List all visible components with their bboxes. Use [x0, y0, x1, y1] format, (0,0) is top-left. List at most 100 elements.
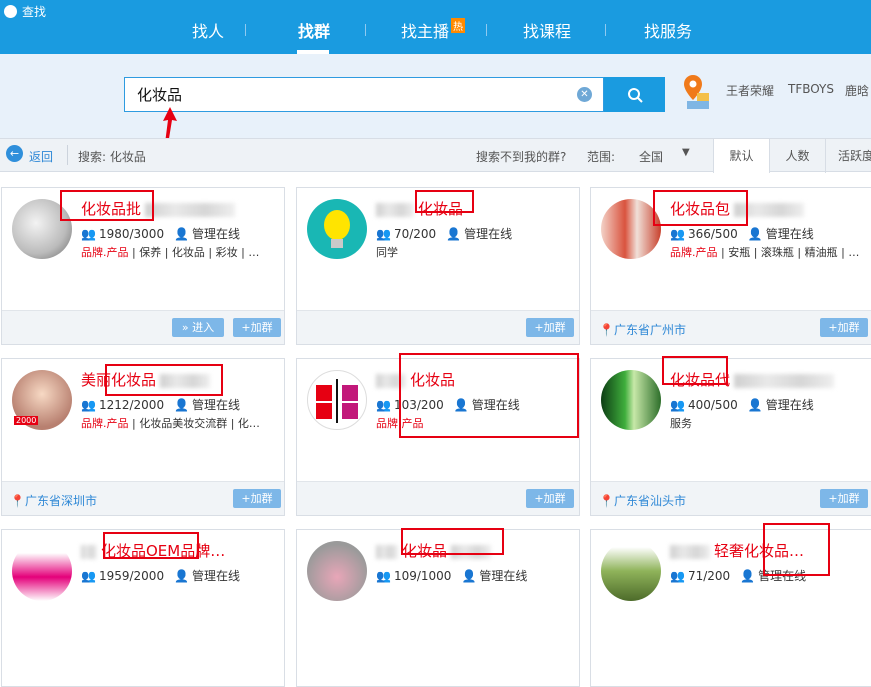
rank-badge: 2000 [14, 416, 39, 425]
admin-icon: 👤 [453, 398, 469, 412]
search-summary: 搜索: 化妆品 [78, 150, 146, 164]
group-name[interactable]: 化妆品代 [670, 369, 835, 390]
members-icon: 👥 [81, 227, 96, 241]
group-name[interactable]: 美丽化妆品 [81, 369, 211, 390]
members-icon: 👥 [81, 398, 96, 412]
group-name[interactable]: 化妆品OEM品牌… [81, 540, 225, 561]
group-avatar [12, 199, 72, 259]
back-link[interactable]: 返回 [29, 148, 53, 165]
location-icon: 📍 [599, 323, 614, 337]
group-avatar [601, 199, 661, 259]
nav-divider [486, 24, 487, 36]
sort-tab-members[interactable]: 人数 [769, 139, 825, 173]
clear-icon[interactable]: ✕ [577, 87, 592, 102]
admin-icon: 👤 [747, 398, 763, 412]
group-name[interactable]: 轻奢化妆品… [670, 540, 804, 561]
card-footer: +加群 [297, 481, 579, 515]
sort-tab-activity[interactable]: 活跃度 [825, 139, 871, 173]
card-footer: +加群 [297, 310, 579, 344]
admin-icon: 👤 [174, 398, 190, 412]
hot-keyword-2[interactable]: TFBOYS [788, 82, 834, 96]
join-group-button[interactable]: +加群 [820, 489, 868, 508]
join-group-button[interactable]: +加群 [820, 318, 868, 337]
top-bar: 查找 找人 找群 找主播热 找课程 找服务 [0, 0, 871, 54]
tab-find-people[interactable]: 找人 [190, 18, 226, 42]
group-meta: 👥 70/200 👤 管理在线 [376, 227, 513, 241]
search-button[interactable] [604, 77, 665, 112]
join-group-button[interactable]: +加群 [233, 318, 281, 337]
sort-tab-default[interactable]: 默认 [713, 139, 769, 173]
group-name[interactable]: 化妆品 [376, 369, 455, 390]
group-name[interactable]: 化妆品 [376, 540, 492, 561]
qq-logo-icon [4, 5, 17, 18]
window-title: 查找 [4, 3, 46, 20]
members-icon: 👥 [376, 227, 391, 241]
group-meta: 👥 1980/3000 👤 管理在线 [81, 227, 241, 241]
join-group-button[interactable]: +加群 [526, 489, 574, 508]
members-icon: 👥 [81, 569, 96, 583]
admin-icon: 👤 [740, 569, 756, 583]
group-card[interactable]: 化妆品代 👥 400/500 👤 管理在线 服务 📍广东省汕头市 +加群 [590, 358, 871, 516]
group-location: 📍广东省汕头市 [599, 494, 686, 508]
nav-divider [245, 24, 246, 36]
group-avatar [601, 370, 661, 430]
group-meta: 👥 400/500 👤 管理在线 [670, 398, 814, 412]
group-name[interactable]: 化妆品批 [81, 198, 236, 219]
group-card[interactable]: 轻奢化妆品… 👥 71/200 👤 管理在线 [590, 529, 871, 687]
group-tags: 服务 [670, 417, 692, 430]
tab-find-service[interactable]: 找服务 [643, 18, 693, 42]
group-location: 📍广东省广州市 [599, 323, 686, 337]
group-meta: 👥 1959/2000 👤 管理在线 [81, 569, 241, 583]
agency-logo [316, 379, 358, 423]
group-meta: 👥 71/200 👤 管理在线 [670, 569, 807, 583]
group-avatar [307, 541, 367, 601]
nav-divider [365, 24, 366, 36]
filter-bar: ← 返回 搜索: 化妆品 搜索不到我的群? 范围: 全国 ▼ 默认 人数 活跃度 [0, 138, 871, 173]
group-meta: 👥 103/200 👤 管理在线 [376, 398, 520, 412]
join-group-button[interactable]: +加群 [526, 318, 574, 337]
location-icon: 📍 [10, 494, 25, 508]
window-title-text: 查找 [22, 5, 47, 19]
enter-button[interactable]: » 进入 [172, 318, 224, 337]
tab-find-streamer[interactable]: 找主播热 [401, 18, 471, 42]
group-meta: 👥 109/1000 👤 管理在线 [376, 569, 528, 583]
location-icon: 📍 [599, 494, 614, 508]
range-select[interactable]: 全国 [639, 148, 663, 165]
join-group-button[interactable]: +加群 [233, 489, 281, 508]
tab-find-group[interactable]: 找群 [296, 18, 332, 42]
hot-keyword-1[interactable]: 王者荣耀 [726, 82, 774, 99]
hot-keyword-3[interactable]: 鹿晗 [845, 82, 869, 99]
admin-icon: 👤 [461, 569, 477, 583]
admin-icon: 👤 [174, 569, 190, 583]
members-icon: 👥 [670, 398, 685, 412]
not-found-link[interactable]: 搜索不到我的群? [476, 148, 566, 165]
group-name[interactable]: 化妆品包 [670, 198, 805, 219]
group-card[interactable]: 2000 美丽化妆品 👥 1212/2000 👤 管理在线 品牌.产品 | 化妆品美妆… [1, 358, 285, 516]
group-avatar [307, 199, 367, 259]
chevron-down-icon[interactable]: ▼ [682, 147, 690, 158]
group-card[interactable]: 化妆品OEM品牌… 👥 1959/2000 👤 管理在线 [1, 529, 285, 687]
members-icon: 👥 [670, 569, 685, 583]
group-avatar [601, 541, 661, 601]
group-avatar [12, 541, 72, 601]
group-card[interactable]: 化妆品批 👥 1980/3000 👤 管理在线 品牌.产品 | 保养 | 化妆品 | … [1, 187, 285, 345]
hot-badge: 热 [451, 18, 466, 33]
members-icon: 👥 [376, 569, 391, 583]
card-footer: 📍广东省广州市 +加群 [591, 310, 871, 344]
group-card[interactable]: 化妆品包 👥 366/500 👤 管理在线 品牌.产品 | 安瓶 | 滚珠瓶 | 精油… [590, 187, 871, 345]
group-card[interactable]: 化妆品 👥 103/200 👤 管理在线 品牌.产品 +加群 [296, 358, 580, 516]
back-arrow-icon[interactable]: ← [6, 145, 23, 162]
divider [67, 145, 68, 165]
search-input[interactable] [125, 78, 545, 111]
members-icon: 👥 [670, 227, 685, 241]
group-card[interactable]: 化妆品 👥 70/200 👤 管理在线 同学 +加群 [296, 187, 580, 345]
tab-find-course[interactable]: 找课程 [522, 18, 572, 42]
group-card[interactable]: 化妆品 👥 109/1000 👤 管理在线 [296, 529, 580, 687]
nav-divider [605, 24, 606, 36]
group-meta: 👥 366/500 👤 管理在线 [670, 227, 814, 241]
admin-icon: 👤 [174, 227, 190, 241]
card-footer: » 进入 +加群 [2, 310, 284, 344]
group-name[interactable]: 化妆品 [376, 198, 463, 219]
location-pin-icon[interactable] [683, 73, 711, 111]
group-tags: 品牌.产品 | 保养 | 化妆品 | 彩妆 | … [81, 246, 260, 259]
